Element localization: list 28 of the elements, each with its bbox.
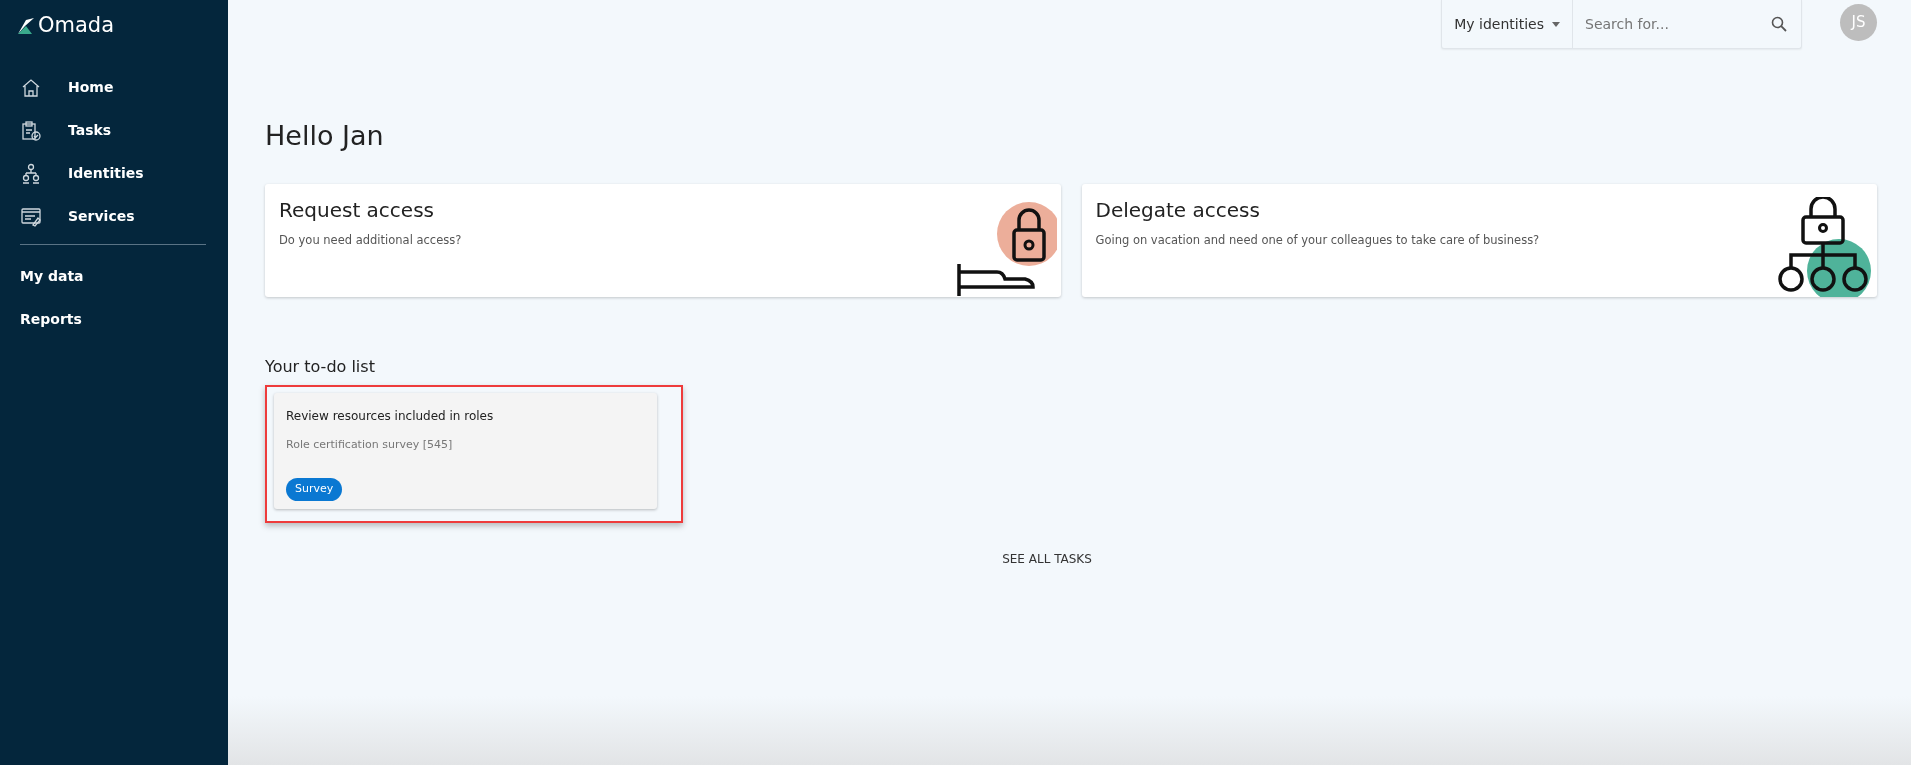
scope-dropdown[interactable]: My identities bbox=[1442, 0, 1573, 48]
logo-text: Omada bbox=[38, 12, 115, 40]
task-subtitle: Role certification survey [545] bbox=[286, 436, 454, 453]
search-icon[interactable] bbox=[1771, 16, 1787, 32]
action-card[interactable]: Request access Do you need additional access? bbox=[265, 184, 1061, 298]
card-title: Request access bbox=[279, 198, 435, 223]
card-description: Going on vacation and need one of your colleagues to take care of business? bbox=[1095, 232, 1540, 250]
see-all-tasks-link[interactable]: SEE ALL TASKS bbox=[996, 548, 1098, 569]
survey-tag[interactable]: Survey bbox=[286, 478, 343, 501]
nav-item[interactable]: Tasks bbox=[0, 109, 228, 152]
nav-item[interactable]: Reports bbox=[0, 298, 228, 341]
search-field[interactable]: Search for... bbox=[1583, 12, 1771, 36]
greeting: Hello Jan bbox=[265, 120, 385, 153]
action-card[interactable]: Delegate access Going on vacation and need one of your colleagues to take care of business? bbox=[1081, 184, 1877, 298]
card-description: Do you need additional access? bbox=[279, 232, 462, 250]
task-card[interactable]: Review resources included in roles Role certification survey [545] Survey bbox=[274, 392, 657, 509]
caret-icon bbox=[1552, 21, 1560, 27]
service-window-icon bbox=[20, 205, 42, 228]
nav-item[interactable]: Identities bbox=[0, 152, 228, 195]
nav-item[interactable]: Services bbox=[0, 195, 228, 238]
card-title: Delegate access bbox=[1095, 198, 1261, 223]
section-heading: Your to-do list bbox=[265, 357, 376, 377]
nav-item[interactable]: Home bbox=[0, 66, 228, 109]
people-hierarchy-icon bbox=[20, 162, 42, 185]
logo-icon bbox=[16, 16, 36, 36]
task-title: Review resources included in roles bbox=[286, 407, 495, 425]
nav-item[interactable]: My data bbox=[0, 255, 228, 298]
clipboard-check-icon bbox=[20, 119, 42, 142]
